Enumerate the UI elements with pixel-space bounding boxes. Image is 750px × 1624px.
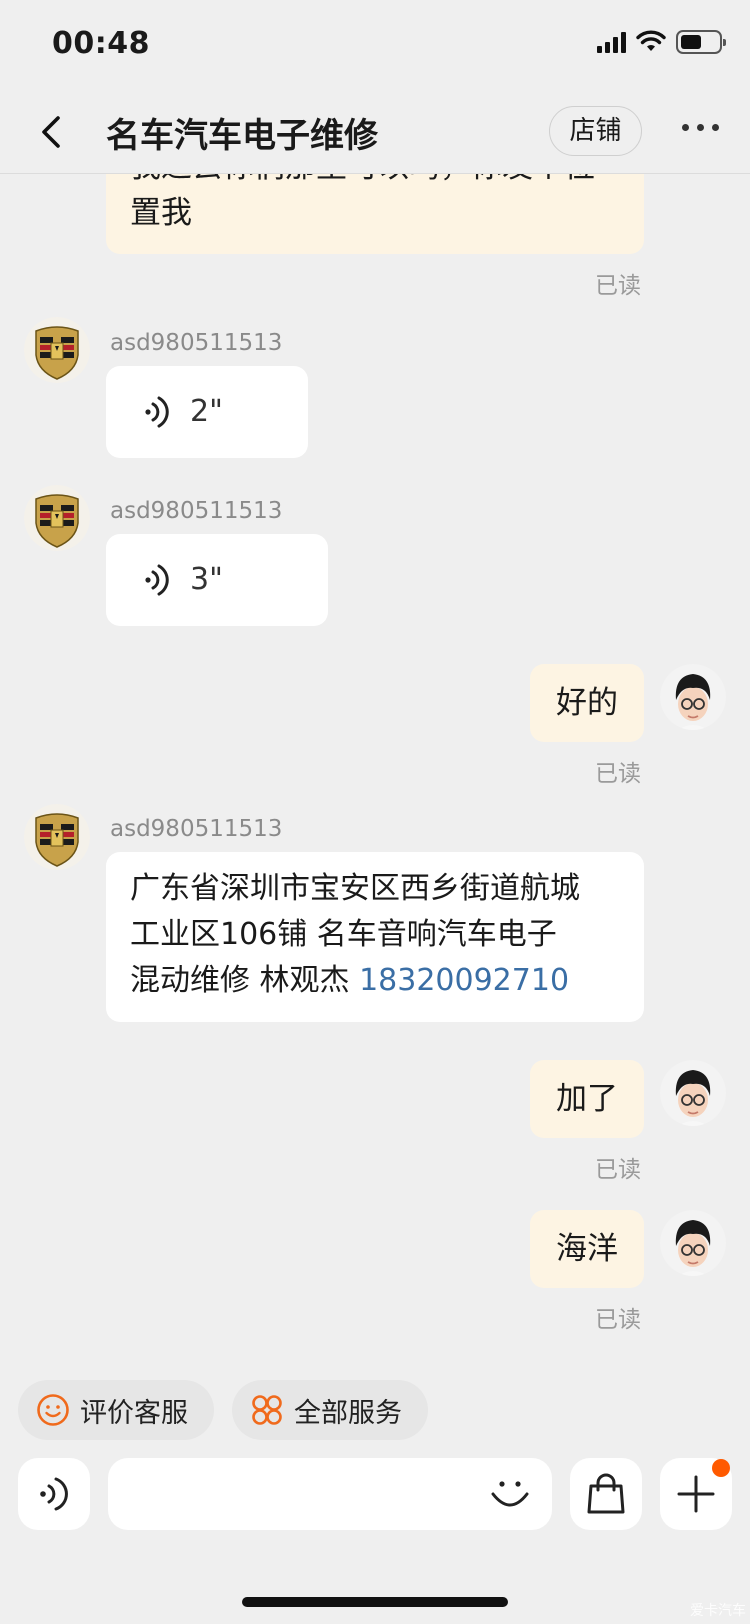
smiley-icon	[37, 1394, 69, 1426]
watermark-text: 爱卡汽车	[690, 1603, 746, 1619]
chat-header: 名车汽车电子维修 店铺	[0, 90, 750, 174]
emoji-icon[interactable]	[488, 1472, 532, 1516]
avatar-porsche-logo[interactable]	[24, 804, 90, 870]
cellular-signal-icon	[597, 31, 626, 53]
shopping-bag-button[interactable]	[570, 1458, 642, 1530]
message-bubble-outgoing[interactable]: 海洋	[530, 1210, 644, 1288]
avatar-user[interactable]	[660, 1060, 726, 1126]
voice-duration: 3"	[190, 562, 223, 597]
plus-icon	[677, 1475, 715, 1513]
message-text: 加了	[556, 1081, 618, 1117]
all-services-label: 全部服务	[294, 1397, 402, 1429]
read-receipt: 已读	[595, 1307, 641, 1333]
wifi-icon	[636, 30, 666, 51]
status-time: 00:48	[52, 26, 150, 61]
voice-duration: 2"	[190, 394, 223, 429]
read-receipt: 已读	[595, 761, 641, 787]
services-grid-icon	[252, 1395, 282, 1425]
sender-name: asd980511513	[110, 498, 283, 524]
voice-wave-icon	[145, 564, 169, 596]
avatar-porsche-logo[interactable]	[24, 317, 90, 383]
read-receipt: 已读	[595, 1157, 641, 1183]
avatar-user[interactable]	[660, 1210, 726, 1276]
avatar-user[interactable]	[660, 664, 726, 730]
more-options-icon[interactable]	[682, 124, 719, 131]
all-services-button[interactable]: 全部服务	[232, 1380, 428, 1440]
shop-button[interactable]: 店铺	[549, 106, 642, 156]
message-bubble-outgoing[interactable]: 好的	[530, 664, 644, 742]
phone-number-link[interactable]: 18320092710	[359, 963, 569, 998]
message-text: 工业区106铺 名车音响汽车电子	[130, 917, 557, 952]
rate-service-label: 评价客服	[80, 1397, 188, 1429]
rate-service-button[interactable]: 评价客服	[18, 1380, 214, 1440]
message-bubble-outgoing[interactable]: 加了	[530, 1060, 644, 1138]
voice-input-button[interactable]	[18, 1458, 90, 1530]
message-text: 广东省深圳市宝安区西乡街道航城	[130, 871, 580, 906]
voice-message-bubble[interactable]: 2"	[106, 366, 308, 458]
notification-dot	[712, 1459, 730, 1477]
message-text: 海洋	[556, 1231, 618, 1267]
message-text: 我过去你们那里可以吗，你发个位	[130, 174, 620, 190]
sender-name: asd980511513	[110, 816, 283, 842]
message-input[interactable]	[108, 1458, 552, 1530]
battery-icon	[676, 30, 726, 54]
message-text: 置我	[130, 195, 192, 231]
back-arrow-icon[interactable]	[34, 112, 70, 152]
message-bubble-incoming[interactable]: 广东省深圳市宝安区西乡街道航城 工业区106铺 名车音响汽车电子 混动维修 林观…	[106, 852, 644, 1022]
status-icons	[597, 30, 726, 54]
home-indicator	[242, 1597, 508, 1607]
message-bubble-outgoing[interactable]: 我过去你们那里可以吗，你发个位 置我	[106, 174, 644, 254]
chat-message-list[interactable]: 我过去你们那里可以吗，你发个位 置我 已读 asd980511513 2"	[0, 174, 750, 1374]
sender-name: asd980511513	[110, 330, 283, 356]
voice-message-bubble[interactable]: 3"	[106, 534, 328, 626]
voice-wave-icon	[145, 396, 169, 428]
shopping-bag-icon	[587, 1473, 625, 1514]
message-text: 好的	[556, 685, 618, 721]
status-bar: 00:48	[0, 0, 750, 90]
avatar-porsche-logo[interactable]	[24, 485, 90, 551]
message-text: 混动维修 林观杰	[130, 963, 360, 998]
read-receipt: 已读	[595, 273, 641, 299]
page-title: 名车汽车电子维修	[106, 116, 378, 156]
voice-icon	[40, 1477, 68, 1511]
